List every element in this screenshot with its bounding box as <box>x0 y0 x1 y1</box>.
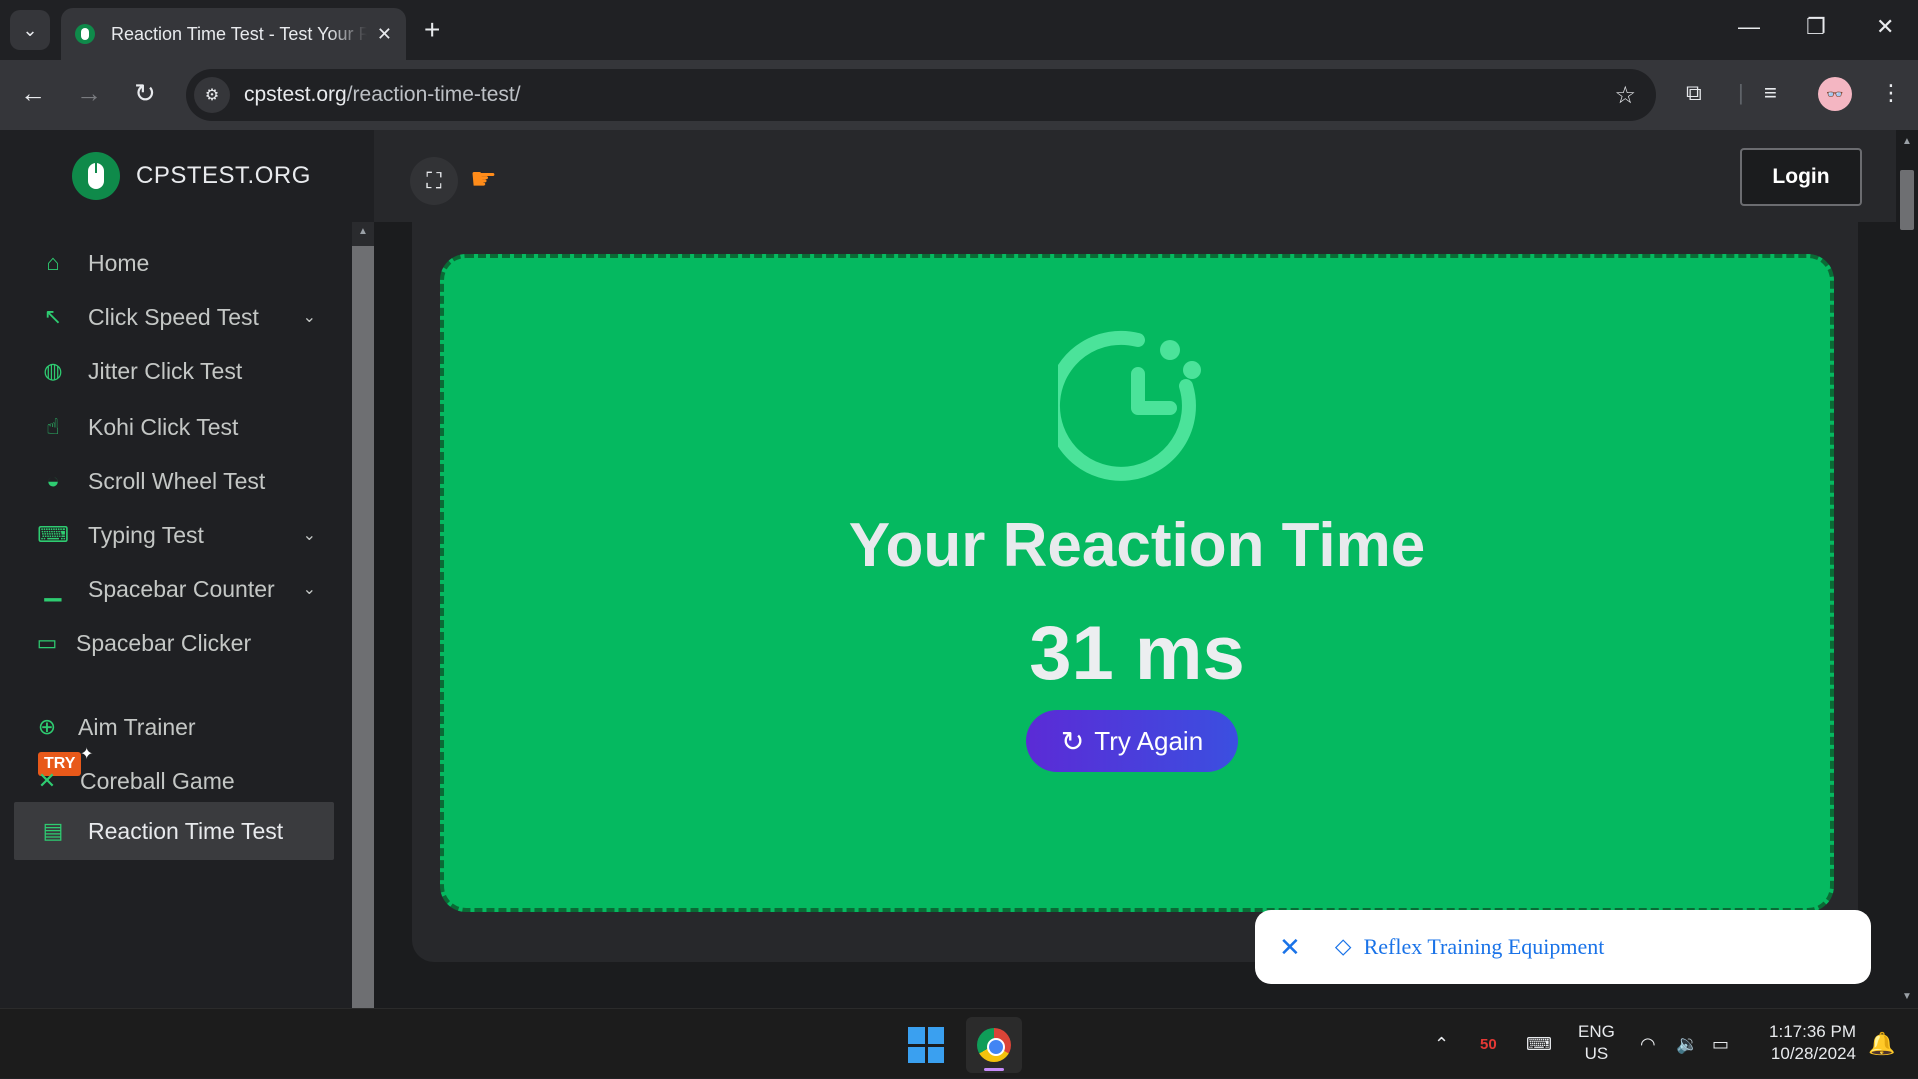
sidebar-scrollbar[interactable]: ▲ <box>352 222 374 1008</box>
sidebar-item-label: Spacebar Counter <box>88 575 275 602</box>
home-icon: ⌂ <box>46 250 60 275</box>
try-again-label: Try Again <box>1094 725 1204 756</box>
result-title: Your Reaction Time <box>848 511 1426 580</box>
ad-search-bar[interactable]: ✕ ⬦ Reflex Training Equipment <box>1255 910 1871 984</box>
sidebar-item-kohi-click-test[interactable]: ☝ Kohi Click Test <box>14 398 334 456</box>
profile-avatar[interactable]: 👓 <box>1818 77 1852 111</box>
address-bar[interactable]: ⚙ cpstest.org/reaction-time-test/ ☆ <box>186 69 1656 121</box>
sidebar-item-aim-trainer[interactable]: ⊕ Aim Trainer <box>14 698 334 756</box>
sidebar-item-scroll-wheel-test[interactable]: ◒ Scroll Wheel Test <box>14 452 334 510</box>
sidebar-item-label: Typing Test <box>88 521 204 548</box>
sidebar-item-reaction-time-test[interactable]: ▤ Reaction Time Test <box>14 802 334 860</box>
toolbar-divider: | <box>1738 80 1744 105</box>
wifi-icon[interactable]: ◠ <box>1640 1009 1656 1079</box>
site-info-icon[interactable]: ⚙ <box>194 77 230 113</box>
windows-start-icon[interactable] <box>908 1027 944 1063</box>
restart-icon: ↻ <box>1060 725 1085 757</box>
url-text[interactable]: cpstest.org/reaction-time-test/ <box>244 83 521 107</box>
sidebar-item-spacebar-clicker[interactable]: ▭ Spacebar Clicker <box>14 614 334 672</box>
reaction-game-area[interactable]: Your Reaction Time 31 ms ↻ Try Again <box>440 254 1834 912</box>
volume-icon[interactable]: 🔉 <box>1676 1009 1698 1079</box>
tab-close-icon[interactable]: ✕ <box>377 24 392 45</box>
browser-tab[interactable]: Reaction Time Test - Test Your R ✕ <box>61 8 406 60</box>
sidebar-item-label: Jitter Click Test <box>88 357 243 384</box>
page-scrollbar[interactable]: ▲ ▼ <box>1896 130 1918 1008</box>
window-close-icon[interactable]: ✕ <box>1876 14 1894 40</box>
reaction-time-value: 31 ms <box>1029 611 1245 696</box>
tray-app-count[interactable]: 50 <box>1480 1009 1497 1079</box>
notification-bell-icon[interactable]: 🔔 <box>1868 1031 1895 1057</box>
sidebar-nav: ⌂ Home ↖ Click Speed Test ⌄ ◍ Jitter Cli… <box>0 222 352 1008</box>
mouse-icon: ◒ <box>46 468 60 493</box>
scroll-down-arrow-icon[interactable]: ▼ <box>1902 991 1912 1002</box>
spacebar-icon: ▁ <box>44 576 62 601</box>
cursor-click-icon: ↖ <box>43 304 63 329</box>
sidebar-item-label: Kohi Click Test <box>88 413 239 440</box>
keyboard-icon: ⌨ <box>37 522 69 547</box>
browser-toolbar: ← → ↻ ⚙ cpstest.org/reaction-time-test/ … <box>0 60 1918 130</box>
ad-close-icon[interactable]: ✕ <box>1279 932 1301 963</box>
tab-search-chevron-icon[interactable]: ⌄ <box>10 10 50 50</box>
sidebar-scroll-thumb[interactable] <box>352 246 374 1008</box>
back-arrow-icon[interactable]: ← <box>20 78 46 109</box>
sidebar-item-label: Aim Trainer <box>78 713 196 740</box>
document-icon: ▤ <box>42 818 64 843</box>
jitter-mouse-icon: ◍ <box>43 358 63 383</box>
page-scroll-thumb[interactable] <box>1900 170 1914 230</box>
sidebar-item-label: Home <box>88 249 150 276</box>
site-logo-icon <box>72 152 120 200</box>
tab-title: Reaction Time Test - Test Your R <box>111 23 367 44</box>
sidebar-item-click-speed-test[interactable]: ↖ Click Speed Test ⌄ <box>14 288 334 346</box>
sidebar-item-label: Spacebar Clicker <box>76 629 252 656</box>
site-favicon-icon <box>75 24 95 44</box>
chevron-down-icon[interactable]: ⌄ <box>303 525 316 545</box>
spacebar-key-icon: ▭ <box>36 630 58 655</box>
login-button[interactable]: Login <box>1740 148 1862 206</box>
language-indicator[interactable]: ENG US <box>1578 1021 1615 1065</box>
bookmark-star-icon[interactable]: ☆ <box>1614 81 1636 110</box>
try-again-button[interactable]: ↻ Try Again <box>1026 710 1238 772</box>
sidebar-item-jitter-click-test[interactable]: ◍ Jitter Click Test <box>14 342 334 400</box>
sidebar-item-label: Scroll Wheel Test <box>88 467 266 494</box>
tag-icon: ⬦ <box>1334 933 1352 960</box>
crosshair-icon: ⊕ <box>37 714 57 739</box>
tray-overflow-chevron-icon[interactable]: ⌃ <box>1434 1009 1449 1079</box>
fullscreen-icon[interactable]: ⛶ <box>410 157 458 205</box>
touch-keyboard-icon[interactable]: ⌨ <box>1526 1009 1552 1079</box>
ad-label[interactable]: Reflex Training Equipment <box>1364 934 1605 960</box>
browser-menu-icon[interactable]: ⋮ <box>1880 80 1902 106</box>
forward-arrow-icon[interactable]: → <box>76 78 102 109</box>
minimize-icon[interactable]: — <box>1738 14 1760 40</box>
sidebar-item-home[interactable]: ⌂ Home <box>14 234 334 292</box>
os-taskbar: ⌃ 50 ⌨ ENG US ◠ 🔉 ▭ 1:17:36 PM 10/28/202… <box>0 1008 1918 1078</box>
chevron-down-icon[interactable]: ⌄ <box>303 579 316 599</box>
site-header-brand[interactable]: CPSTEST.ORG <box>0 130 374 222</box>
battery-icon[interactable]: ▭ <box>1712 1009 1729 1079</box>
system-clock[interactable]: 1:17:36 PM 10/28/2024 <box>1756 1021 1856 1065</box>
reload-icon[interactable]: ↻ <box>134 78 156 109</box>
scroll-up-arrow-icon[interactable]: ▲ <box>358 226 368 237</box>
timer-icon <box>1058 330 1201 481</box>
extensions-puzzle-icon[interactable]: ⧉ <box>1686 80 1702 106</box>
site-brand: CPSTEST.ORG <box>136 162 311 189</box>
new-tab-plus-icon[interactable]: + <box>424 14 440 46</box>
coreball-icon: ✕ <box>37 768 57 793</box>
sidebar-item-spacebar-counter[interactable]: ▁ Spacebar Counter ⌄ <box>14 560 334 618</box>
restore-icon[interactable]: ❐ <box>1806 14 1826 40</box>
top-bar: ⛶ ☛ Login <box>374 130 1896 222</box>
pointing-hand-icon: ☛ <box>470 163 497 196</box>
media-control-icon[interactable]: ≡ <box>1764 80 1777 106</box>
sidebar-item-typing-test[interactable]: ⌨ Typing Test ⌄ <box>14 506 334 564</box>
scroll-up-arrow-icon[interactable]: ▲ <box>1902 136 1912 147</box>
browser-titlebar: ⌄ Reaction Time Test - Test Your R ✕ + —… <box>0 0 1918 60</box>
chevron-down-icon[interactable]: ⌄ <box>303 307 316 327</box>
chrome-taskbar-icon[interactable] <box>966 1017 1022 1073</box>
sidebar-item-label: Coreball Game <box>80 767 235 794</box>
sidebar-item-label: Reaction Time Test <box>88 817 284 844</box>
hand-pointer-icon: ☝ <box>46 414 60 439</box>
sidebar-item-label: Click Speed Test <box>88 303 259 330</box>
